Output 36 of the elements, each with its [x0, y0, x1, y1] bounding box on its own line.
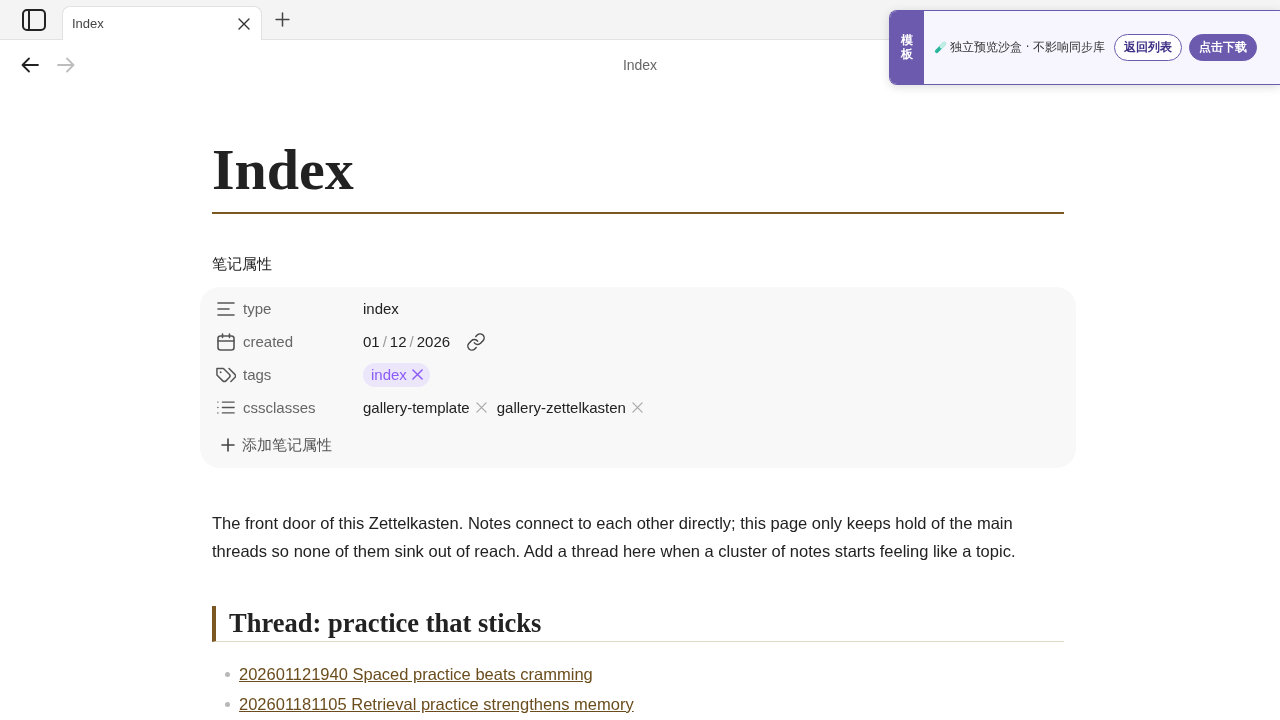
close-icon[interactable] [238, 17, 250, 30]
new-tab-plus-icon[interactable] [275, 12, 290, 27]
add-property-button[interactable]: 添加笔记属性 [216, 430, 332, 460]
property-name: cssclasses [243, 399, 317, 416]
section-heading: Thread: practice that sticks [212, 606, 1064, 642]
bullet-icon [225, 701, 230, 707]
list-icon [217, 401, 235, 414]
bullet-icon [225, 671, 230, 677]
property-value[interactable]: index [363, 300, 399, 317]
tags-icon [216, 366, 236, 383]
text-lines-icon [217, 301, 235, 316]
note-title: Index [212, 135, 1064, 214]
class-chip[interactable]: gallery-zettelkasten [496, 399, 643, 416]
back-arrow-icon[interactable] [21, 57, 39, 73]
remove-icon[interactable] [411, 369, 423, 380]
properties-heading: 笔记属性 [212, 254, 272, 274]
test-tube-icon [934, 41, 947, 54]
note-link[interactable]: 202601181105 Retrieval practice strengthens memory [239, 694, 634, 714]
property-name: type [243, 300, 273, 317]
property-name: created [243, 333, 295, 350]
link-icon[interactable] [467, 332, 486, 351]
side-label: 模板 [890, 11, 924, 84]
tag-pill[interactable]: index [363, 362, 430, 387]
property-name: tags [243, 366, 273, 383]
plus-icon [221, 438, 235, 452]
sidebar-toggle-icon[interactable] [22, 8, 46, 31]
tab[interactable]: Index [62, 6, 262, 40]
banner-message: 独立预览沙盒 · 不影响同步库 [950, 40, 1105, 55]
note-paragraph: The front door of this Zettelkasten. Notes connect to each other directly; this page only keeps hold of the main threads so none of them sink out of reach. Add a thread here when a cluster of notes starts feeling like a topic. [212, 513, 1017, 562]
calendar-icon [217, 332, 235, 351]
class-chip[interactable]: gallery-template [363, 399, 487, 416]
download-button[interactable]: 点击下载 [1188, 34, 1257, 61]
return-list-button[interactable]: 返回列表 [1113, 34, 1182, 61]
date-input[interactable]: 01/12/2026 [363, 333, 451, 350]
note-link[interactable]: 202601121940 Spaced practice beats cramming [239, 664, 593, 684]
view-title: Index [622, 57, 658, 73]
